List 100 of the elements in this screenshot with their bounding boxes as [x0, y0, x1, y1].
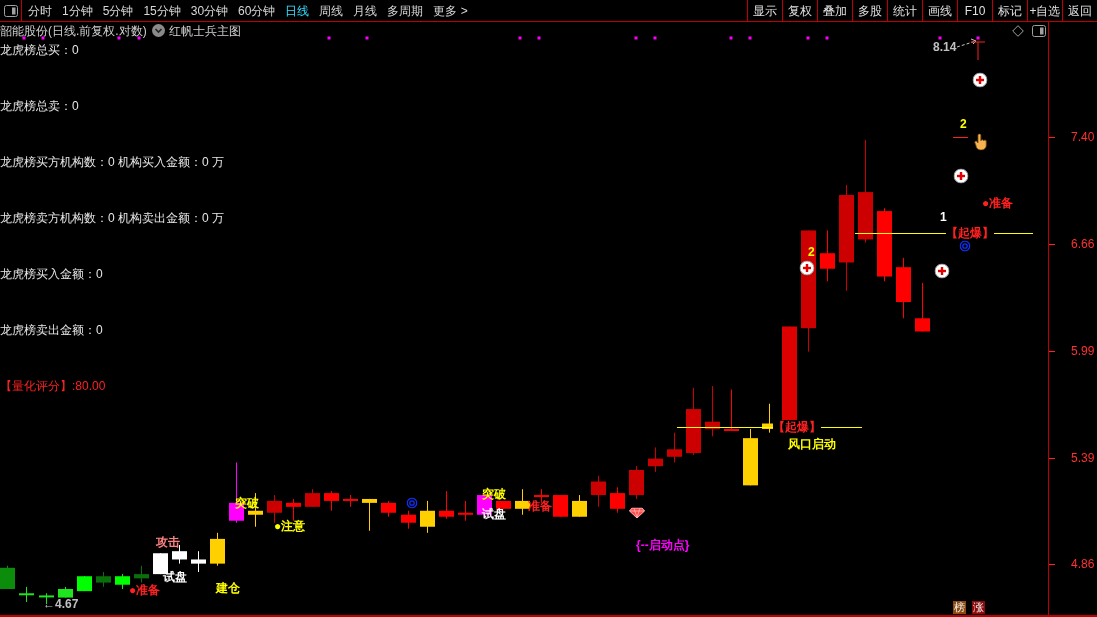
target-icon	[406, 497, 418, 509]
period-tab[interactable]: 多周期	[382, 0, 429, 21]
indicator-name: 红帆士兵主图	[168, 23, 241, 38]
candlestick	[191, 550, 206, 573]
status-badge: 涨	[972, 601, 985, 614]
target-icon	[959, 240, 971, 252]
candlestick	[896, 257, 911, 319]
candlestick	[458, 500, 473, 522]
square-marker-icon	[518, 36, 522, 40]
diamond-icon[interactable]	[1012, 24, 1024, 37]
candlestick	[915, 282, 930, 332]
plus-circle-icon	[934, 263, 950, 279]
toolbar-button[interactable]: 返回	[1062, 0, 1097, 21]
period-tab[interactable]: 5分钟	[97, 0, 139, 21]
period-tab[interactable]: 1分钟	[57, 0, 98, 21]
plus-circle-icon	[799, 260, 815, 276]
info-text: 龙虎榜卖方机构数：0 机构卖出金额：0 万	[0, 210, 224, 226]
chart-label: 2	[808, 245, 815, 259]
candlestick	[248, 492, 263, 528]
chart-label: ←4.67	[43, 597, 79, 611]
toolbar-button[interactable]: 多股	[852, 0, 887, 21]
toolbar-button[interactable]: 叠加	[817, 0, 852, 21]
candlestick	[724, 389, 739, 432]
candlestick	[305, 488, 320, 508]
period-tab[interactable]: 周线	[314, 0, 349, 21]
square-marker-icon	[117, 36, 121, 40]
square-marker-icon	[748, 36, 752, 40]
candlestick	[572, 494, 587, 518]
toolbar-button[interactable]: 画线	[922, 0, 957, 21]
period-tab[interactable]: 60分钟	[233, 0, 281, 21]
toolbar-button[interactable]: 统计	[887, 0, 922, 21]
dropdown-chevron-icon[interactable]	[151, 24, 165, 37]
period-tab[interactable]: 分时	[23, 0, 57, 21]
square-marker-icon	[806, 36, 810, 40]
gem-icon	[629, 507, 645, 519]
toolbar-button[interactable]: 复权	[782, 0, 817, 21]
chart-label: 【起爆】	[773, 420, 821, 434]
chart-label: 攻击	[156, 535, 180, 549]
candlestick	[553, 494, 568, 518]
candlestick	[19, 586, 34, 603]
candlestick	[743, 428, 758, 486]
info-text: 龙虎榜总买：0	[0, 42, 79, 58]
chart-label: 8.14	[933, 40, 957, 54]
candlestick	[58, 586, 73, 599]
candlestick	[324, 490, 339, 512]
square-marker-icon	[976, 36, 980, 40]
candlestick	[420, 500, 435, 534]
square-marker-icon	[41, 36, 45, 40]
panel-toggle-icon[interactable]	[3, 4, 18, 17]
candlestick	[115, 573, 130, 590]
plus-circle-icon	[953, 168, 969, 184]
toolbar-button[interactable]: F10	[957, 0, 992, 21]
toolbar-button[interactable]: 显示	[747, 0, 782, 21]
info-text: 【量化评分】:80.00	[0, 378, 106, 394]
period-tab[interactable]: 日线	[280, 0, 315, 21]
chart-title: 韶能股份(日线.前复权.对数)	[0, 23, 147, 38]
axis-tick	[1049, 457, 1055, 459]
t-mark-icon	[971, 41, 985, 60]
axis-tick	[1049, 563, 1055, 565]
square-marker-icon	[22, 36, 26, 40]
chart-label: {--启动点}	[636, 538, 690, 552]
toolbar-button[interactable]: 标记	[992, 0, 1027, 21]
candlestick	[0, 565, 15, 590]
toolbar-button[interactable]: +自选	[1027, 0, 1062, 21]
candlestick	[820, 229, 835, 282]
axis-label: 5.39	[1071, 451, 1095, 465]
chart-label: 风口启动	[788, 437, 836, 451]
candlestick	[267, 494, 282, 524]
candlestick	[401, 510, 416, 530]
axis-label: 5.99	[1071, 344, 1095, 358]
square-marker-icon	[537, 36, 541, 40]
axis-label: 6.66	[1071, 237, 1095, 251]
candlestick	[648, 446, 663, 473]
chart-label: 2	[960, 117, 967, 131]
candlestick	[381, 500, 396, 518]
candlestick	[343, 494, 358, 508]
axis-label: 7.40	[1071, 130, 1095, 144]
info-text: 龙虎榜买方机构数：0 机构买入金额：0 万	[0, 154, 224, 170]
square-marker-icon	[634, 36, 638, 40]
axis-tick	[1049, 243, 1055, 245]
period-tab[interactable]: 更多 >	[428, 0, 473, 21]
square-marker-icon	[365, 36, 369, 40]
candlestick	[686, 387, 701, 456]
candlestick	[496, 500, 511, 510]
candlestick	[439, 490, 454, 520]
panel-toggle-icon[interactable]	[1032, 24, 1046, 37]
candlestick	[629, 465, 644, 500]
candlestick	[667, 432, 682, 463]
square-marker-icon	[137, 36, 141, 40]
dash-mark	[953, 137, 968, 138]
period-tab[interactable]: 15分钟	[138, 0, 186, 21]
period-tab[interactable]: 30分钟	[185, 0, 234, 21]
candlestick	[134, 565, 149, 584]
candlestick	[96, 571, 111, 588]
period-tab[interactable]: 月线	[348, 0, 383, 21]
chart-label: 建仓	[216, 581, 240, 595]
status-badge: 榜	[953, 601, 966, 614]
axis-tick	[1049, 350, 1055, 352]
chart-label: 【起爆】	[946, 226, 994, 240]
candlestick	[210, 532, 225, 567]
